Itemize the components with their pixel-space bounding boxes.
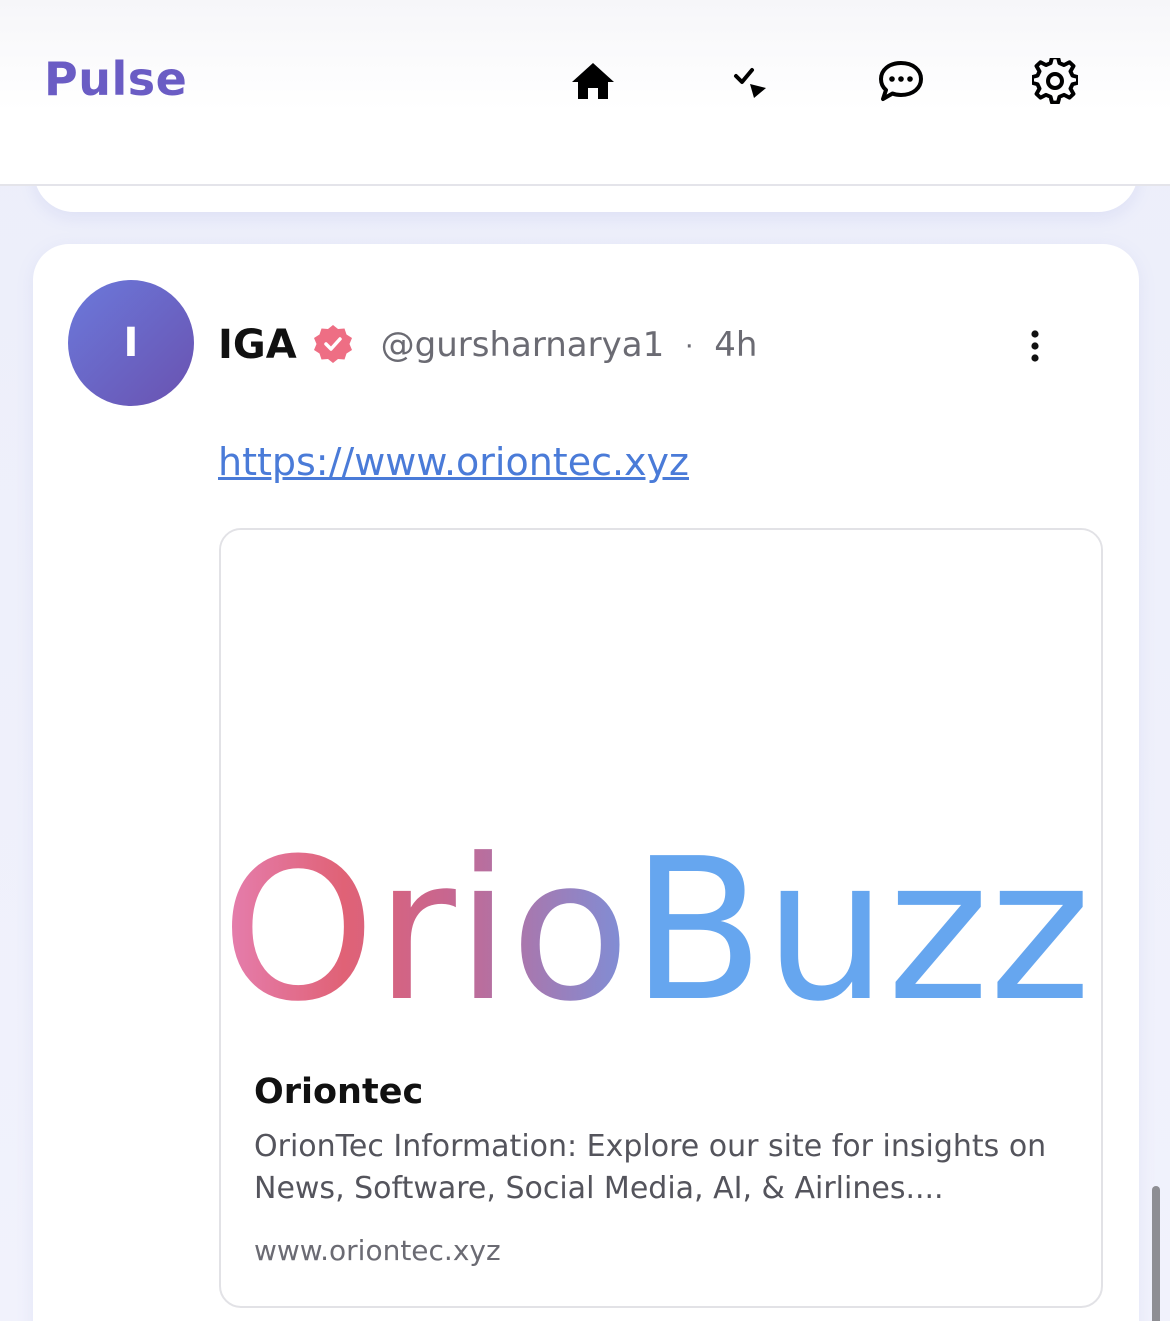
scrollbar[interactable]: [1152, 1186, 1160, 1321]
nav-messages-button[interactable]: [876, 56, 926, 106]
home-icon: [572, 63, 614, 99]
preview-image: Orio Buzz: [221, 530, 1101, 1050]
verified-badge-icon: [311, 323, 355, 367]
more-vertical-icon: [1031, 330, 1039, 362]
oriobuzz-logo: Orio Buzz: [221, 817, 1091, 1045]
preview-domain: www.oriontec.xyz: [254, 1234, 501, 1267]
post-card: I IGA @gursharnarya1 · 4h https://www.or…: [33, 244, 1139, 1321]
author-handle[interactable]: @gursharnarya1: [381, 325, 665, 365]
chat-icon: [879, 61, 923, 101]
post-author-row: IGA @gursharnarya1 · 4h: [218, 320, 757, 370]
author-name[interactable]: IGA: [218, 322, 297, 368]
app-logo[interactable]: Pulse: [44, 52, 187, 106]
separator-dot: ·: [684, 328, 695, 361]
app-screen: Pulse I IGA @gursharnarya1 · 4h https://…: [0, 0, 1170, 1321]
svg-text:Buzz: Buzz: [631, 817, 1091, 1045]
avatar[interactable]: I: [68, 280, 194, 406]
nav-home-button[interactable]: [568, 56, 618, 106]
post-link[interactable]: https://www.oriontec.xyz: [218, 440, 689, 484]
nav-settings-button[interactable]: [1030, 56, 1080, 106]
post-timestamp: 4h: [714, 325, 758, 365]
logo-text-buzz: Buzz: [631, 817, 1091, 1045]
preview-description: OrionTec Information: Explore our site f…: [254, 1129, 1047, 1206]
avatar-initial: I: [123, 320, 139, 366]
tasks-icon: [734, 68, 766, 98]
svg-text:Orio: Orio: [221, 817, 630, 1045]
top-header: Pulse: [0, 0, 1170, 186]
link-preview-card[interactable]: Orio Buzz Oriontec OrionTec Information:…: [219, 528, 1103, 1308]
more-options-button[interactable]: [1017, 324, 1053, 368]
nav-tasks-button[interactable]: [726, 56, 776, 106]
settings-icon: [1032, 58, 1078, 104]
logo-text-orio: Orio: [221, 817, 630, 1045]
preview-title: Oriontec: [254, 1072, 424, 1112]
